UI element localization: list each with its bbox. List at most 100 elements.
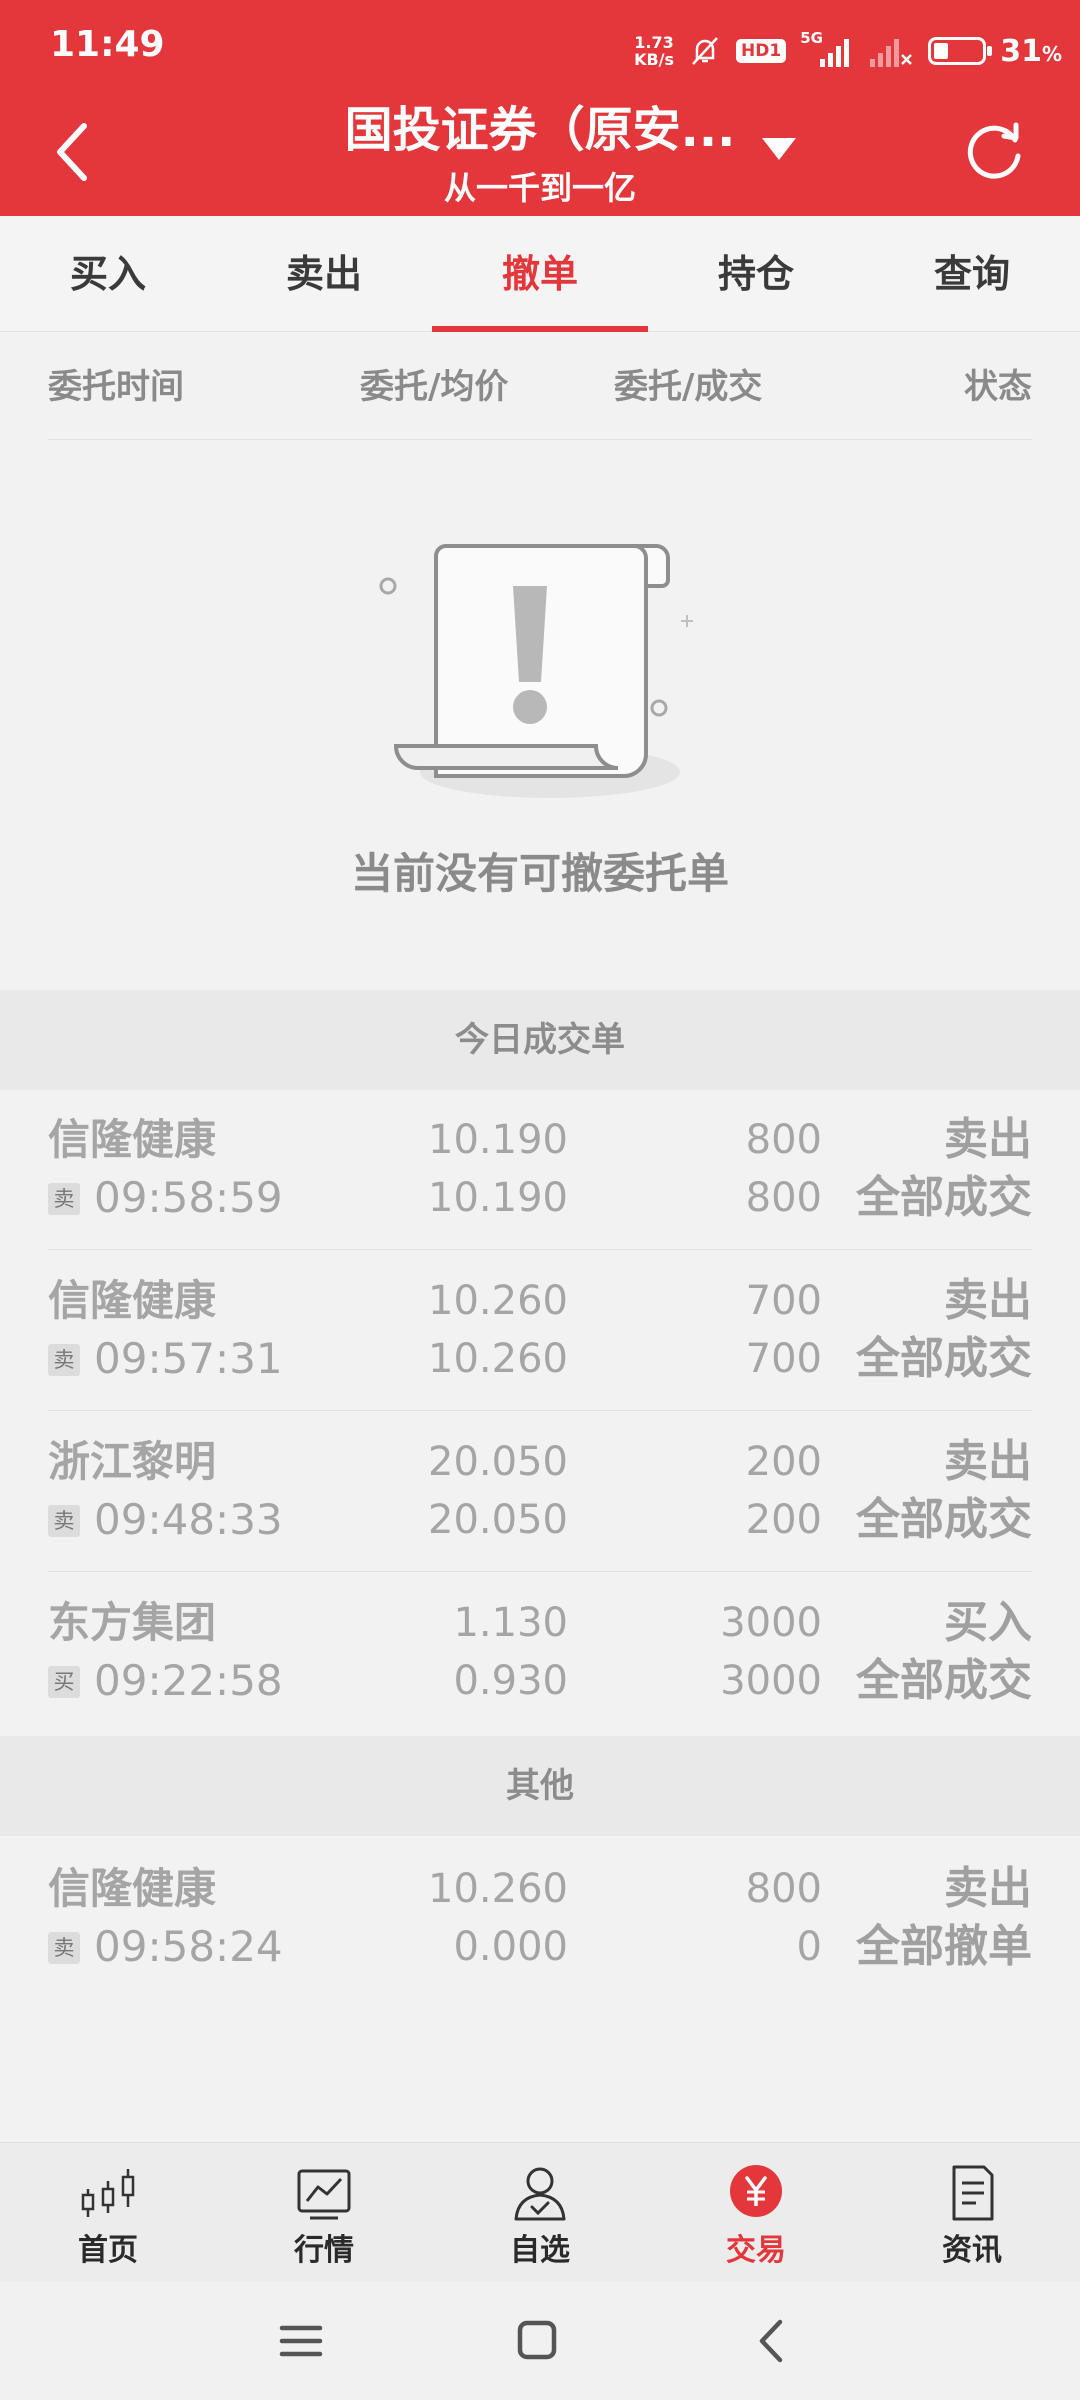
nav-news[interactable]: 资讯 — [864, 2143, 1080, 2283]
status-bar: 11:49 1.73 KB/s HD1 5G 31% — [0, 0, 1080, 100]
order-status: 全部成交 — [856, 1494, 1032, 1545]
app-header: 11:49 1.73 KB/s HD1 5G 31% 国投证券（原安... 从一… — [0, 0, 1080, 216]
order-qty: 800 — [745, 1866, 822, 1912]
order-qty: 700 — [745, 1278, 822, 1324]
signal-5g: 5G — [800, 29, 854, 71]
order-direction: 卖出 — [944, 1275, 1032, 1326]
trade-tabs: 买入 卖出 撤单 持仓 查询 — [0, 216, 1080, 332]
menu-icon[interactable] — [266, 2306, 336, 2376]
order-direction: 卖出 — [944, 1114, 1032, 1165]
order-direction: 卖出 — [944, 1436, 1032, 1487]
empty-scroll-icon — [379, 544, 693, 798]
order-time: 09:22:58 — [94, 1656, 283, 1705]
system-nav-bar — [0, 2282, 1080, 2400]
home-square-icon[interactable] — [502, 2306, 572, 2376]
tab-sell[interactable]: 卖出 — [216, 216, 432, 332]
signal-icon — [820, 39, 850, 67]
order-row[interactable]: 信隆健康 卖 09:58:24 10.260 0.000 800 0 卖出 全部… — [48, 1839, 1032, 1999]
order-status: 全部成交 — [856, 1655, 1032, 1706]
yuan-icon — [730, 2165, 782, 2217]
hd-badge: HD1 — [736, 39, 787, 63]
person-check-icon — [514, 2167, 566, 2221]
order-direction: 买入 — [944, 1597, 1032, 1648]
filled-qty: 800 — [745, 1175, 822, 1221]
nav-market[interactable]: 行情 — [216, 2143, 432, 2283]
stock-name: 信隆健康 — [48, 1276, 217, 1325]
avg-price: 0.000 — [453, 1924, 568, 1970]
order-status: 全部成交 — [856, 1333, 1032, 1384]
document-icon — [952, 2165, 994, 2221]
side-tag: 卖 — [48, 1344, 80, 1376]
refresh-button[interactable] — [960, 116, 1030, 186]
tab-query[interactable]: 查询 — [864, 216, 1080, 332]
order-direction: 卖出 — [944, 1863, 1032, 1914]
broker-title[interactable]: 国投证券（原安... — [0, 96, 1080, 164]
order-price: 10.260 — [428, 1866, 568, 1912]
avg-price: 10.260 — [428, 1336, 568, 1382]
section-today-filled: 今日成交单 — [0, 990, 1080, 1090]
bell-muted-icon — [692, 37, 718, 65]
col-order-time: 委托时间 — [48, 367, 184, 407]
tab-cancel[interactable]: 撤单 — [432, 216, 648, 332]
filled-qty: 3000 — [720, 1658, 822, 1704]
avg-price: 20.050 — [428, 1497, 568, 1543]
order-qty: 3000 — [720, 1600, 822, 1646]
order-status: 全部撤单 — [856, 1921, 1032, 1972]
net-speed-unit: KB/s — [634, 50, 675, 69]
order-price: 10.260 — [428, 1278, 568, 1324]
nav-label: 交易 — [726, 2233, 786, 2268]
col-status: 状态 — [964, 367, 1032, 407]
nav-watchlist[interactable]: 自选 — [432, 2143, 648, 2283]
avg-price: 0.930 — [453, 1658, 568, 1704]
nav-trade[interactable]: 交易 — [648, 2143, 864, 2283]
refresh-icon — [967, 122, 1021, 179]
side-tag: 卖 — [48, 1505, 80, 1537]
nav-label: 自选 — [510, 2233, 570, 2268]
nav-home[interactable]: 首页 — [0, 2143, 216, 2283]
order-row[interactable]: 东方集团 买 09:22:58 1.130 0.930 3000 3000 买入… — [48, 1573, 1032, 1733]
status-time: 11:49 — [50, 24, 165, 65]
bottom-nav: 首页 行情 自选 交易 资讯 — [0, 2142, 1080, 2282]
battery-icon — [928, 37, 993, 65]
stock-name: 信隆健康 — [48, 1864, 217, 1913]
battery-level: 31% — [1000, 33, 1062, 69]
back-triangle-icon[interactable] — [738, 2306, 808, 2376]
status-icons: 1.73 KB/s HD1 5G 31% — [634, 26, 1062, 76]
order-row[interactable]: 信隆健康 卖 09:58:59 10.190 10.190 800 800 卖出… — [48, 1090, 1032, 1250]
filled-qty: 0 — [796, 1924, 822, 1970]
filled-qty: 200 — [745, 1497, 822, 1543]
col-price: 委托/均价 — [360, 367, 509, 407]
nav-label: 行情 — [294, 2233, 354, 2268]
order-row[interactable]: 浙江黎明 卖 09:48:33 20.050 20.050 200 200 卖出… — [48, 1412, 1032, 1572]
order-time: 09:48:33 — [94, 1495, 283, 1544]
signal-no-service-icon — [870, 39, 913, 67]
net-speed-value: 1.73 — [634, 33, 674, 52]
order-status: 全部成交 — [856, 1172, 1032, 1223]
side-tag: 卖 — [48, 1932, 80, 1964]
side-tag: 卖 — [48, 1183, 80, 1215]
column-headers: 委托时间 委托/均价 委托/成交 状态 — [48, 334, 1032, 440]
stock-name: 信隆健康 — [48, 1115, 217, 1164]
side-tag: 买 — [48, 1666, 80, 1698]
avg-price: 10.190 — [428, 1175, 568, 1221]
tab-holdings[interactable]: 持仓 — [648, 216, 864, 332]
order-qty: 800 — [745, 1117, 822, 1163]
col-quantity: 委托/成交 — [614, 367, 763, 407]
filled-qty: 700 — [745, 1336, 822, 1382]
net-speed: 1.73 KB/s — [634, 34, 674, 68]
dropdown-arrow-icon[interactable] — [762, 138, 796, 160]
nav-label: 首页 — [78, 2233, 138, 2268]
order-time: 09:58:24 — [94, 1922, 283, 1971]
candlestick-icon — [81, 2169, 135, 2217]
order-price: 1.130 — [453, 1600, 568, 1646]
order-qty: 200 — [745, 1439, 822, 1485]
section-other: 其他 — [0, 1736, 1080, 1836]
account-subtitle: 从一千到一亿 — [443, 169, 636, 207]
nav-label: 资讯 — [942, 2233, 1002, 2268]
stock-name: 东方集团 — [48, 1598, 217, 1647]
empty-message: 当前没有可撤委托单 — [350, 849, 729, 898]
tab-buy[interactable]: 买入 — [0, 216, 216, 332]
order-price: 10.190 — [428, 1117, 568, 1163]
stock-name: 浙江黎明 — [48, 1437, 217, 1486]
order-row[interactable]: 信隆健康 卖 09:57:31 10.260 10.260 700 700 卖出… — [48, 1251, 1032, 1411]
